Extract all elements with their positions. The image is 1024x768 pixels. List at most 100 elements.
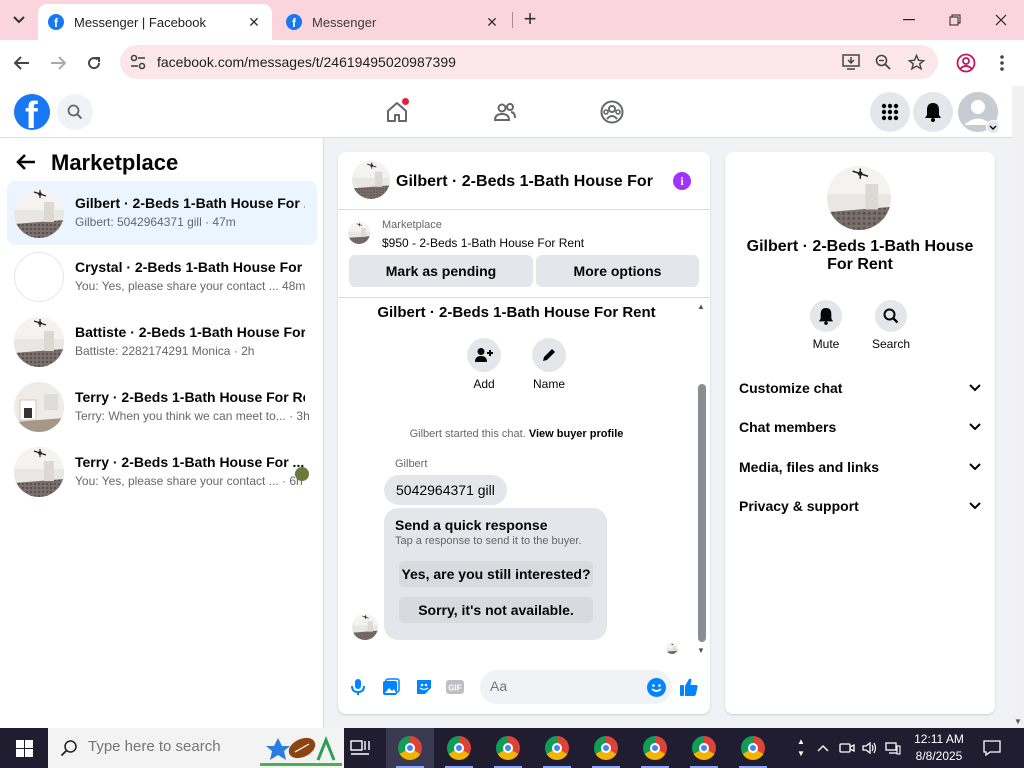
add-people-button[interactable]: Add xyxy=(459,338,509,391)
section-label: Privacy & support xyxy=(739,498,859,514)
thumbs-up-icon[interactable] xyxy=(679,677,699,697)
account-chevron-down-icon[interactable] xyxy=(986,120,1000,134)
view-buyer-profile-link[interactable]: View buyer profile xyxy=(529,428,624,440)
task-view-icon[interactable] xyxy=(336,728,384,768)
minimize-icon[interactable] xyxy=(894,6,924,34)
facebook-logo-icon[interactable]: f xyxy=(14,94,50,130)
conversation-item[interactable]: Terry · 2-Beds 1-Bath House For ... You:… xyxy=(7,440,317,504)
friends-icon[interactable] xyxy=(487,94,523,130)
taskbar-scroll-arrows-icon[interactable]: ▲ ▼ xyxy=(794,728,808,768)
taskbar-search-box[interactable] xyxy=(48,728,344,768)
url-text[interactable]: facebook.com/messages/t/2461949502098739… xyxy=(157,54,456,70)
taskbar-search-input[interactable] xyxy=(88,738,268,755)
search-in-chat-button[interactable]: Search xyxy=(861,300,921,351)
message-thread[interactable]: Gilbert · 2-Beds 1-Bath House For Rent A… xyxy=(338,298,710,658)
volume-speaker-icon[interactable] xyxy=(861,728,879,768)
conversation-item[interactable]: Crystal · 2-Beds 1-Bath House For ... Yo… xyxy=(7,245,317,309)
conversation-avatar xyxy=(14,252,64,302)
clock-date: 8/8/2025 xyxy=(915,749,963,763)
media-files-links-section[interactable]: Media, files and links xyxy=(739,452,981,482)
microphone-icon[interactable] xyxy=(348,677,368,697)
conversation-item[interactable]: Gilbert · 2-Beds 1-Bath House For ... Gi… xyxy=(7,181,317,245)
emoji-icon[interactable] xyxy=(647,678,666,697)
new-tab-plus-icon[interactable]: + xyxy=(518,8,542,32)
chat-details-title: Gilbert · 2-Beds 1-Bath House For Rent xyxy=(746,238,974,273)
bookmark-star-icon[interactable] xyxy=(906,52,926,72)
show-hidden-icons-chevron-icon[interactable] xyxy=(814,728,832,768)
scroll-down-arrow-icon[interactable]: ▼ xyxy=(697,646,705,655)
chat-avatar[interactable] xyxy=(352,161,390,199)
site-settings-icon[interactable] xyxy=(128,52,148,72)
menu-grid-icon[interactable] xyxy=(870,92,910,132)
sticker-icon[interactable] xyxy=(414,677,434,697)
home-icon[interactable] xyxy=(379,94,415,130)
tab-messenger[interactable]: f Messenger ✕ xyxy=(276,4,510,40)
conversation-item[interactable]: Terry · 2-Beds 1-Bath House For Re... Te… xyxy=(7,375,317,439)
close-tab-icon[interactable]: ✕ xyxy=(244,12,264,32)
photo-icon[interactable] xyxy=(381,677,401,697)
chrome-taskbar-icon[interactable] xyxy=(631,728,679,768)
action-label: Add xyxy=(473,377,495,391)
listing-thumbnail[interactable] xyxy=(348,222,370,244)
scrollbar-thumb[interactable] xyxy=(698,384,706,642)
install-app-icon[interactable] xyxy=(841,52,861,72)
close-window-icon[interactable] xyxy=(986,6,1016,34)
notifications-bell-icon[interactable] xyxy=(913,92,953,132)
conversation-preview: Terry: When you think we can meet to... … xyxy=(75,409,310,423)
chat-header: Gilbert · 2-Beds 1-Bath House For R... i xyxy=(338,152,710,210)
close-tab-icon[interactable]: ✕ xyxy=(482,12,502,32)
quick-response-option[interactable]: Yes, are you still interested? xyxy=(399,561,593,587)
mute-button[interactable]: Mute xyxy=(796,300,856,351)
network-icon[interactable] xyxy=(884,728,902,768)
customize-chat-section[interactable]: Customize chat xyxy=(739,373,981,403)
listing-description[interactable]: $950 - 2-Beds 1-Bath House For Rent xyxy=(382,236,584,250)
back-arrow-icon[interactable] xyxy=(9,50,35,76)
chat-members-section[interactable]: Chat members xyxy=(739,412,981,442)
conversation-avatar xyxy=(14,382,64,432)
profile-icon[interactable] xyxy=(955,52,977,74)
tab-search-chevron-icon[interactable] xyxy=(6,8,32,32)
message-input[interactable] xyxy=(490,678,640,694)
address-bar[interactable]: facebook.com/messages/t/2461949502098739… xyxy=(120,45,938,79)
quick-response-option[interactable]: Sorry, it's not available. xyxy=(399,597,593,623)
message-input-box[interactable] xyxy=(480,670,672,704)
restore-icon[interactable] xyxy=(940,6,970,34)
chrome-taskbar-icon[interactable] xyxy=(484,728,532,768)
windows-start-icon[interactable] xyxy=(0,728,48,768)
chat-scrollbar[interactable]: ▲ ▼ xyxy=(695,302,709,655)
conversation-item[interactable]: Battiste · 2-Beds 1-Bath House For ... B… xyxy=(7,310,317,374)
chrome-taskbar-icon[interactable] xyxy=(680,728,728,768)
mark-as-pending-button[interactable]: Mark as pending xyxy=(349,255,533,287)
facebook-favicon-icon: f xyxy=(48,14,64,30)
facebook-search-icon[interactable] xyxy=(57,94,93,130)
chrome-taskbar-icon[interactable] xyxy=(435,728,483,768)
action-center-notification-icon[interactable] xyxy=(980,728,1004,768)
scroll-up-arrow-icon[interactable]: ▲ xyxy=(697,302,705,311)
back-arrow-icon[interactable] xyxy=(16,152,42,178)
sender-avatar[interactable] xyxy=(352,614,378,640)
forward-arrow-icon[interactable] xyxy=(45,50,71,76)
taskbar-clock[interactable]: 12:11 AM 8/8/2025 xyxy=(906,731,972,765)
chrome-taskbar-icon[interactable] xyxy=(729,728,777,768)
chrome-taskbar-icon[interactable] xyxy=(386,728,434,768)
tab-messenger-facebook[interactable]: f Messenger | Facebook ✕ xyxy=(38,4,272,40)
account-avatar[interactable] xyxy=(958,92,1000,134)
gif-icon[interactable]: GIF xyxy=(445,677,465,697)
scroll-down-arrow-icon[interactable]: ▼ xyxy=(1014,717,1022,726)
chrome-taskbar-icon[interactable] xyxy=(533,728,581,768)
reload-icon[interactable] xyxy=(81,50,107,76)
name-chat-button[interactable]: Name xyxy=(524,338,574,391)
privacy-support-section[interactable]: Privacy & support xyxy=(739,491,981,521)
chrome-taskbar-icon[interactable] xyxy=(582,728,630,768)
chat-title[interactable]: Gilbert · 2-Beds 1-Bath House For R... xyxy=(396,173,658,191)
page-scrollbar[interactable]: ▼ xyxy=(1012,86,1024,728)
more-options-button[interactable]: More options xyxy=(536,255,699,287)
conversation-info-icon[interactable]: i xyxy=(673,172,691,190)
chat-details-avatar[interactable] xyxy=(827,166,891,230)
started-text: Gilbert started this chat. xyxy=(409,428,526,440)
meet-now-camera-icon[interactable] xyxy=(838,728,856,768)
zoom-icon[interactable] xyxy=(873,52,893,72)
browser-menu-kebab-icon[interactable] xyxy=(991,52,1013,74)
message-bubble[interactable]: 5042964371 gill xyxy=(384,475,507,505)
groups-icon[interactable] xyxy=(594,94,630,130)
